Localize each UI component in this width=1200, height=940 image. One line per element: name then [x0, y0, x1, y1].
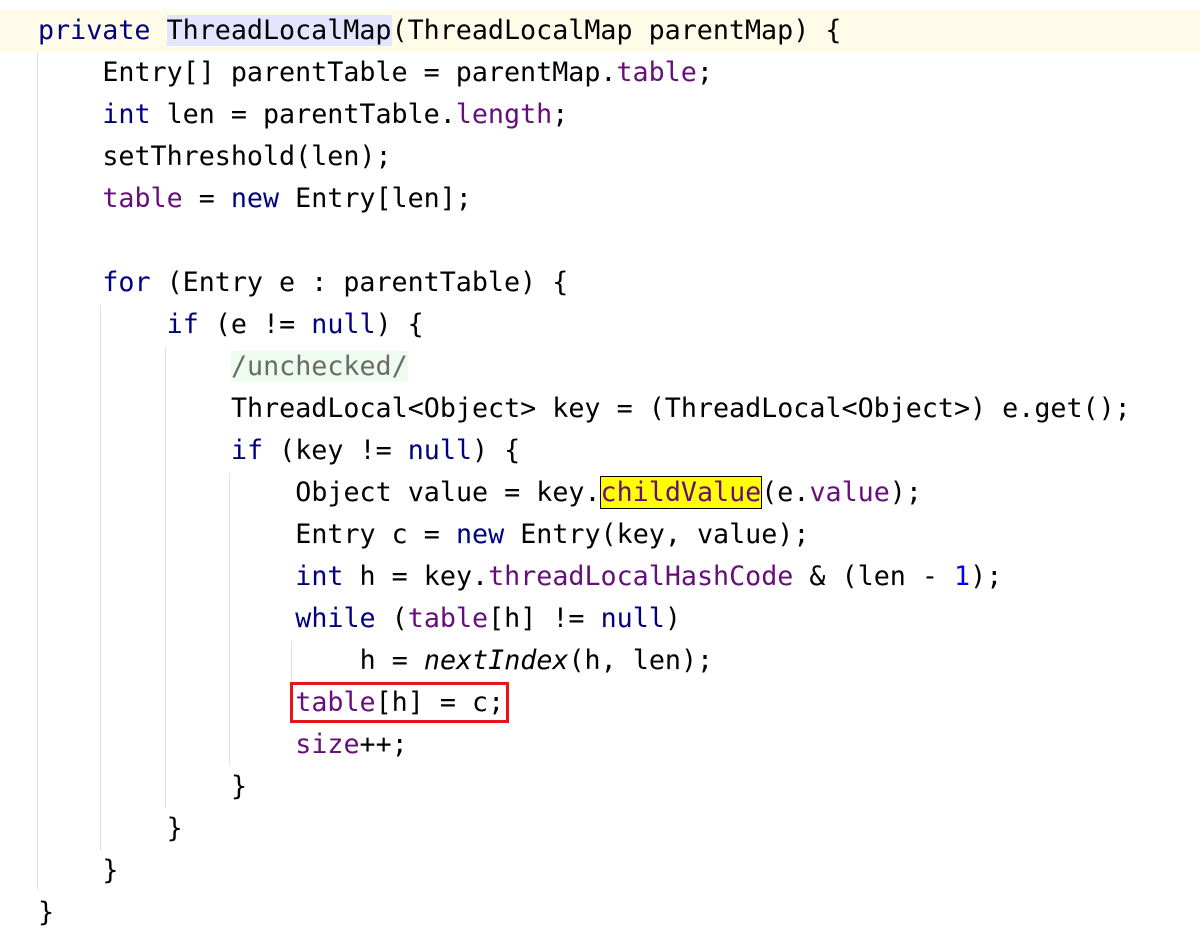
code-token: while — [295, 603, 376, 634]
code-token: null — [600, 603, 665, 634]
code-token: setThreshold(len); — [102, 141, 392, 172]
code-token: null — [311, 309, 376, 340]
code-token: } — [102, 855, 119, 886]
code-line[interactable]: Entry c = new Entry(key, value); — [295, 514, 809, 556]
code-line[interactable]: if (e != null) { — [167, 304, 424, 346]
code-token: nextIndex — [423, 645, 569, 676]
code-token: null — [407, 435, 472, 466]
code-token: (Entry e : parentTable) { — [150, 267, 569, 298]
code-token: table — [102, 183, 183, 214]
code-token: if — [166, 309, 199, 340]
code-token: 1 — [954, 561, 971, 592]
code-line[interactable]: int len = parentTable.length; — [102, 94, 568, 136]
code-line[interactable]: size++; — [295, 724, 407, 766]
code-token: length — [455, 99, 553, 130]
code-token: ThreadLocal<Object> key = (ThreadLocal<O… — [230, 393, 1131, 424]
code-line[interactable]: table[h] = c; — [290, 682, 510, 724]
code-line[interactable]: Entry[] parentTable = parentMap.table; — [102, 52, 713, 94]
code-token: value — [809, 477, 890, 508]
code-line[interactable]: while (table[h] != null) — [295, 598, 681, 640]
code-line[interactable]: for (Entry e : parentTable) { — [102, 262, 568, 304]
code-token: len = parentTable. — [150, 99, 456, 130]
indent-guide — [37, 52, 38, 890]
annotation-box: table[h] = c; — [290, 682, 510, 723]
code-line[interactable]: if (key != null) { — [231, 430, 520, 472]
code-token: Entry[len]; — [279, 183, 472, 214]
code-line[interactable]: int h = key.threadLocalHashCode & (len -… — [295, 556, 1002, 598]
indent-guide — [229, 473, 230, 766]
code-token: ) { — [375, 309, 424, 340]
code-token: table — [295, 687, 376, 718]
code-token: h = key. — [343, 561, 489, 592]
code-token: int — [102, 99, 151, 130]
indent-guide — [165, 347, 166, 808]
code-line[interactable]: setThreshold(len); — [102, 136, 391, 178]
code-token: ) { — [471, 435, 521, 466]
code-token: table — [407, 603, 489, 634]
code-token: Entry c = — [295, 519, 456, 550]
code-token: for — [102, 267, 151, 298]
code-token: [h] = c; — [375, 687, 505, 718]
comment: /unchecked/ — [230, 351, 408, 382]
code-line[interactable]: } — [102, 850, 118, 892]
code-token: ( — [375, 603, 408, 634]
code-token: ); — [970, 561, 1003, 592]
code-token: [h] != — [488, 603, 601, 634]
code-token: ; — [696, 57, 713, 88]
code-token: h = — [359, 645, 424, 676]
code-token: table — [616, 57, 697, 88]
code-token: ) — [664, 603, 681, 634]
code-token: new — [455, 519, 505, 550]
code-token: ); — [889, 477, 922, 508]
code-token: new — [230, 183, 280, 214]
code-token: } — [38, 897, 55, 928]
code-line[interactable]: ThreadLocal<Object> key = (ThreadLocal<O… — [231, 388, 1131, 430]
code-token: private — [38, 15, 151, 46]
code-line[interactable]: table = new Entry[len]; — [102, 178, 472, 220]
code-token: (e != — [198, 309, 312, 340]
code-line[interactable]: Object value = key.childValue(e.value); — [295, 472, 922, 514]
code-token: size — [295, 729, 360, 760]
code-token: Object value = key. — [295, 477, 601, 508]
code-token: } — [166, 813, 183, 844]
code-line[interactable]: h = nextIndex(h, len); — [360, 640, 714, 682]
code-token: (h, len); — [568, 645, 714, 676]
code-token: = — [182, 183, 231, 214]
code-token: & (len - — [793, 561, 955, 592]
code-token: (key != — [263, 435, 408, 466]
code-token: if — [230, 435, 264, 466]
code-token: (ThreadLocalMap parentMap) { — [391, 15, 842, 46]
code-token: int — [295, 561, 344, 592]
code-line[interactable]: private ThreadLocalMap(ThreadLocalMap pa… — [38, 10, 841, 52]
code-line[interactable]: /unchecked/ — [230, 346, 408, 388]
code-token: ++; — [359, 729, 408, 760]
code-line[interactable]: } — [231, 766, 247, 808]
indent-guide — [291, 641, 292, 682]
code-token: threadLocalHashCode — [488, 561, 794, 592]
code-token: (e. — [761, 477, 810, 508]
indent-guide — [100, 305, 101, 850]
code-token: ; — [552, 99, 569, 130]
code-token: } — [230, 771, 248, 802]
code-token: Entry[] parentTable = parentMap. — [102, 57, 617, 88]
search-highlight: childValue — [599, 476, 763, 509]
code-token: ThreadLocalMap — [166, 15, 392, 46]
code-line[interactable]: } — [167, 808, 183, 850]
code-token: Entry(key, value); — [504, 519, 810, 550]
code-line[interactable]: } — [38, 892, 54, 934]
